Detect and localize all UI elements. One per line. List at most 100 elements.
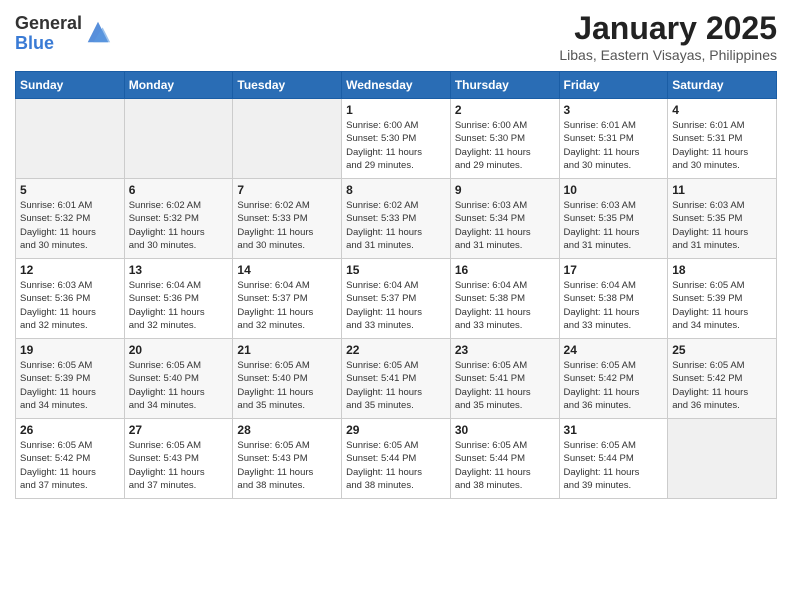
calendar-cell: 4 Sunrise: 6:01 AM Sunset: 5:31 PM Daylig… bbox=[668, 99, 777, 179]
day-number: 3 bbox=[564, 103, 664, 117]
logo-blue-text: Blue bbox=[15, 34, 82, 54]
calendar-header: SundayMondayTuesdayWednesdayThursdayFrid… bbox=[16, 72, 777, 99]
day-info: Sunrise: 6:04 AM Sunset: 5:36 PM Dayligh… bbox=[129, 279, 229, 332]
calendar-cell bbox=[124, 99, 233, 179]
day-info: Sunrise: 6:02 AM Sunset: 5:33 PM Dayligh… bbox=[237, 199, 337, 252]
day-info: Sunrise: 6:04 AM Sunset: 5:37 PM Dayligh… bbox=[346, 279, 446, 332]
day-number: 6 bbox=[129, 183, 229, 197]
calendar-cell: 13 Sunrise: 6:04 AM Sunset: 5:36 PM Dayli… bbox=[124, 259, 233, 339]
day-info: Sunrise: 6:05 AM Sunset: 5:39 PM Dayligh… bbox=[672, 279, 772, 332]
day-number: 4 bbox=[672, 103, 772, 117]
day-number: 16 bbox=[455, 263, 555, 277]
day-info: Sunrise: 6:03 AM Sunset: 5:34 PM Dayligh… bbox=[455, 199, 555, 252]
day-number: 21 bbox=[237, 343, 337, 357]
weekday-header-saturday: Saturday bbox=[668, 72, 777, 99]
calendar-cell: 19Sunrise: 6:05 AM Sunset: 5:39 PM Dayli… bbox=[16, 339, 125, 419]
logo-general-text: General bbox=[15, 14, 82, 34]
day-number: 27 bbox=[129, 423, 229, 437]
calendar-cell: 3 Sunrise: 6:01 AM Sunset: 5:31 PM Daylig… bbox=[559, 99, 668, 179]
day-number: 2 bbox=[455, 103, 555, 117]
weekday-header-row: SundayMondayTuesdayWednesdayThursdayFrid… bbox=[16, 72, 777, 99]
calendar-cell: 20 Sunrise: 6:05 AM Sunset: 5:40 PM Dayli… bbox=[124, 339, 233, 419]
day-info: Sunrise: 6:05 AM Sunset: 5:42 PM Dayligh… bbox=[20, 439, 120, 492]
day-info: Sunrise: 6:05 AM Sunset: 5:44 PM Dayligh… bbox=[346, 439, 446, 492]
day-info: Sunrise: 6:04 AM Sunset: 5:38 PM Dayligh… bbox=[455, 279, 555, 332]
calendar-cell: 9Sunrise: 6:03 AM Sunset: 5:34 PM Daylig… bbox=[450, 179, 559, 259]
day-number: 10 bbox=[564, 183, 664, 197]
day-number: 31 bbox=[564, 423, 664, 437]
day-number: 30 bbox=[455, 423, 555, 437]
calendar-cell: 10 Sunrise: 6:03 AM Sunset: 5:35 PM Dayli… bbox=[559, 179, 668, 259]
day-number: 25 bbox=[672, 343, 772, 357]
calendar-cell: 5 Sunrise: 6:01 AM Sunset: 5:32 PM Daylig… bbox=[16, 179, 125, 259]
day-number: 5 bbox=[20, 183, 120, 197]
day-number: 24 bbox=[564, 343, 664, 357]
day-number: 23 bbox=[455, 343, 555, 357]
day-number: 17 bbox=[564, 263, 664, 277]
day-number: 29 bbox=[346, 423, 446, 437]
day-info: Sunrise: 6:03 AM Sunset: 5:35 PM Dayligh… bbox=[564, 199, 664, 252]
calendar-cell: 11Sunrise: 6:03 AM Sunset: 5:35 PM Dayli… bbox=[668, 179, 777, 259]
day-info: Sunrise: 6:04 AM Sunset: 5:37 PM Dayligh… bbox=[237, 279, 337, 332]
calendar-cell: 12 Sunrise: 6:03 AM Sunset: 5:36 PM Dayli… bbox=[16, 259, 125, 339]
day-number: 26 bbox=[20, 423, 120, 437]
day-info: Sunrise: 6:01 AM Sunset: 5:31 PM Dayligh… bbox=[564, 119, 664, 172]
day-number: 12 bbox=[20, 263, 120, 277]
calendar-week-row: 12 Sunrise: 6:03 AM Sunset: 5:36 PM Dayli… bbox=[16, 259, 777, 339]
month-year-title: January 2025 bbox=[559, 10, 777, 47]
day-info: Sunrise: 6:05 AM Sunset: 5:40 PM Dayligh… bbox=[237, 359, 337, 412]
day-number: 22 bbox=[346, 343, 446, 357]
calendar-week-row: 26 Sunrise: 6:05 AM Sunset: 5:42 PM Dayli… bbox=[16, 419, 777, 499]
calendar-table: SundayMondayTuesdayWednesdayThursdayFrid… bbox=[15, 71, 777, 499]
calendar-cell: 30 Sunrise: 6:05 AM Sunset: 5:44 PM Dayli… bbox=[450, 419, 559, 499]
calendar-cell: 1Sunrise: 6:00 AM Sunset: 5:30 PM Daylig… bbox=[342, 99, 451, 179]
logo: General Blue bbox=[15, 14, 112, 54]
weekday-header-sunday: Sunday bbox=[16, 72, 125, 99]
calendar-cell: 2 Sunrise: 6:00 AM Sunset: 5:30 PM Daylig… bbox=[450, 99, 559, 179]
weekday-header-friday: Friday bbox=[559, 72, 668, 99]
logo-icon bbox=[84, 18, 112, 46]
calendar-cell: 27Sunrise: 6:05 AM Sunset: 5:43 PM Dayli… bbox=[124, 419, 233, 499]
day-number: 19 bbox=[20, 343, 120, 357]
calendar-cell: 24Sunrise: 6:05 AM Sunset: 5:42 PM Dayli… bbox=[559, 339, 668, 419]
title-block: January 2025 Libas, Eastern Visayas, Phi… bbox=[559, 10, 777, 63]
day-number: 18 bbox=[672, 263, 772, 277]
calendar-cell: 8 Sunrise: 6:02 AM Sunset: 5:33 PM Daylig… bbox=[342, 179, 451, 259]
calendar-cell: 29 Sunrise: 6:05 AM Sunset: 5:44 PM Dayli… bbox=[342, 419, 451, 499]
calendar-week-row: 1Sunrise: 6:00 AM Sunset: 5:30 PM Daylig… bbox=[16, 99, 777, 179]
day-number: 20 bbox=[129, 343, 229, 357]
day-info: Sunrise: 6:05 AM Sunset: 5:44 PM Dayligh… bbox=[455, 439, 555, 492]
calendar-cell: 6Sunrise: 6:02 AM Sunset: 5:32 PM Daylig… bbox=[124, 179, 233, 259]
day-info: Sunrise: 6:05 AM Sunset: 5:41 PM Dayligh… bbox=[455, 359, 555, 412]
day-info: Sunrise: 6:01 AM Sunset: 5:31 PM Dayligh… bbox=[672, 119, 772, 172]
calendar-cell: 25 Sunrise: 6:05 AM Sunset: 5:42 PM Dayli… bbox=[668, 339, 777, 419]
day-info: Sunrise: 6:05 AM Sunset: 5:44 PM Dayligh… bbox=[564, 439, 664, 492]
page-header: General Blue January 2025 Libas, Eastern… bbox=[15, 10, 777, 63]
day-info: Sunrise: 6:03 AM Sunset: 5:36 PM Dayligh… bbox=[20, 279, 120, 332]
calendar-cell: 28Sunrise: 6:05 AM Sunset: 5:43 PM Dayli… bbox=[233, 419, 342, 499]
day-number: 8 bbox=[346, 183, 446, 197]
calendar-cell: 16 Sunrise: 6:04 AM Sunset: 5:38 PM Dayli… bbox=[450, 259, 559, 339]
calendar-week-row: 19Sunrise: 6:05 AM Sunset: 5:39 PM Dayli… bbox=[16, 339, 777, 419]
calendar-cell: 21 Sunrise: 6:05 AM Sunset: 5:40 PM Dayli… bbox=[233, 339, 342, 419]
day-number: 13 bbox=[129, 263, 229, 277]
weekday-header-thursday: Thursday bbox=[450, 72, 559, 99]
calendar-cell bbox=[233, 99, 342, 179]
location-subtitle: Libas, Eastern Visayas, Philippines bbox=[559, 47, 777, 63]
day-info: Sunrise: 6:05 AM Sunset: 5:40 PM Dayligh… bbox=[129, 359, 229, 412]
calendar-cell: 22Sunrise: 6:05 AM Sunset: 5:41 PM Dayli… bbox=[342, 339, 451, 419]
calendar-cell: 23 Sunrise: 6:05 AM Sunset: 5:41 PM Dayli… bbox=[450, 339, 559, 419]
day-info: Sunrise: 6:02 AM Sunset: 5:33 PM Dayligh… bbox=[346, 199, 446, 252]
day-info: Sunrise: 6:01 AM Sunset: 5:32 PM Dayligh… bbox=[20, 199, 120, 252]
day-number: 14 bbox=[237, 263, 337, 277]
day-info: Sunrise: 6:00 AM Sunset: 5:30 PM Dayligh… bbox=[455, 119, 555, 172]
calendar-cell: 26 Sunrise: 6:05 AM Sunset: 5:42 PM Dayli… bbox=[16, 419, 125, 499]
calendar-cell bbox=[16, 99, 125, 179]
calendar-cell bbox=[668, 419, 777, 499]
day-info: Sunrise: 6:04 AM Sunset: 5:38 PM Dayligh… bbox=[564, 279, 664, 332]
day-info: Sunrise: 6:03 AM Sunset: 5:35 PM Dayligh… bbox=[672, 199, 772, 252]
day-info: Sunrise: 6:05 AM Sunset: 5:42 PM Dayligh… bbox=[672, 359, 772, 412]
calendar-cell: 17 Sunrise: 6:04 AM Sunset: 5:38 PM Dayli… bbox=[559, 259, 668, 339]
calendar-cell: 15Sunrise: 6:04 AM Sunset: 5:37 PM Dayli… bbox=[342, 259, 451, 339]
day-info: Sunrise: 6:05 AM Sunset: 5:43 PM Dayligh… bbox=[237, 439, 337, 492]
